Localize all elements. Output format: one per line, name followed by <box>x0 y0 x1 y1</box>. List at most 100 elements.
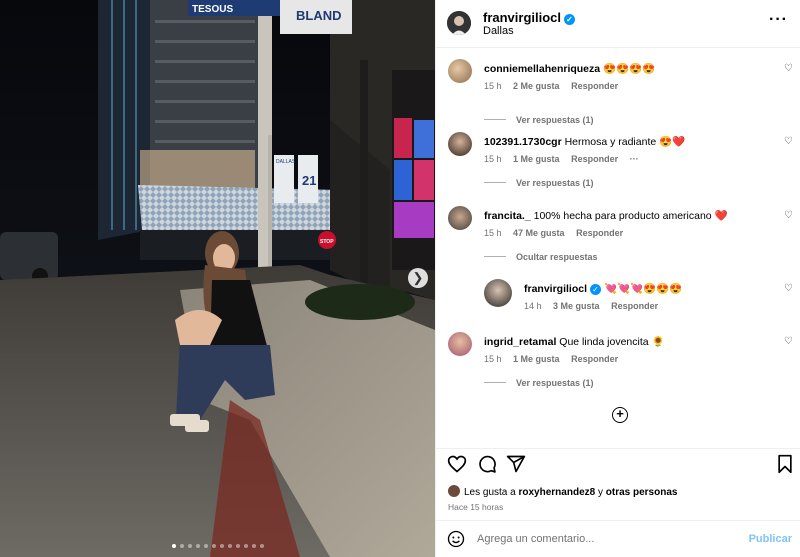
carousel-dot <box>211 544 216 548</box>
reply-author-avatar[interactable] <box>484 279 512 307</box>
reply-meta: 14 h 3 Me gusta Responder <box>524 301 667 311</box>
post-actions: Les gusta a roxyhernandez8 y otras perso… <box>436 448 800 520</box>
heart-icon[interactable] <box>447 454 467 474</box>
reply-body: franvirgiliocl ✓ 💘💘💘😍😍😍 <box>524 282 774 296</box>
liker-username[interactable]: roxyhernandez8 <box>519 487 596 498</box>
comment-composer: Publicar <box>436 520 800 557</box>
carousel-dot <box>195 544 200 548</box>
stop-sign-text: STOP <box>320 239 334 245</box>
street-sign-left-text: TESOUS <box>192 4 233 15</box>
likes-prefix: Les gusta a <box>464 487 516 498</box>
view-replies-label: Ver respuestas (1) <box>516 378 594 388</box>
replies-divider <box>484 119 506 120</box>
replies-divider <box>484 182 506 183</box>
comment-time[interactable]: 15 h <box>484 154 502 164</box>
banner-team-text: DALLAS <box>276 159 296 165</box>
author-username-row: franvirgiliocl ✓ <box>483 10 576 25</box>
bookmark-icon[interactable] <box>775 454 795 474</box>
comment-input[interactable] <box>477 530 727 548</box>
comment-heart-icon[interactable]: ♡ <box>784 210 793 221</box>
carousel-dot <box>251 544 256 548</box>
comment-meta: 15 h 2 Me gusta Responder <box>484 81 627 91</box>
view-replies-button[interactable]: Ver respuestas (1) <box>484 115 594 125</box>
commenter-avatar[interactable] <box>448 59 472 83</box>
verified-icon: ✓ <box>564 14 576 25</box>
comment-more-icon[interactable]: ··· <box>630 154 639 164</box>
post-location[interactable]: Dallas <box>483 25 514 37</box>
next-slide-button[interactable]: ❯ <box>408 268 428 288</box>
share-icon[interactable] <box>506 454 526 474</box>
chevron-right-icon: ❯ <box>412 270 424 285</box>
comment-meta: 15 h 47 Me gusta Responder <box>484 228 632 238</box>
comment-likes[interactable]: 2 Me gusta <box>513 81 560 91</box>
reply-heart-icon[interactable]: ♡ <box>784 283 793 294</box>
comment-meta: 15 h 1 Me gusta Responder <box>484 354 627 364</box>
author-username[interactable]: franvirgiliocl <box>483 10 561 25</box>
post-side-panel: franvirgiliocl ✓ Dallas ··· conniemellahe… <box>435 0 800 557</box>
carousel-dot <box>235 544 240 548</box>
comment-heart-icon[interactable]: ♡ <box>784 63 793 74</box>
street-sign-right-text: BLAND <box>296 8 342 23</box>
reply-button[interactable]: Responder <box>571 354 618 364</box>
load-more-comments-icon[interactable]: + <box>612 407 628 423</box>
likes-summary: Les gusta a roxyhernandez8 y otras perso… <box>448 485 677 498</box>
carousel-dot <box>227 544 232 548</box>
reply-likes[interactable]: 3 Me gusta <box>553 301 600 311</box>
reply-time[interactable]: 14 h <box>524 301 542 311</box>
author-avatar[interactable] <box>447 11 471 35</box>
reply-button[interactable]: Responder <box>611 301 658 311</box>
reply-button[interactable]: Responder <box>571 81 618 91</box>
carousel-dot <box>203 544 208 548</box>
carousel-dots <box>0 544 435 548</box>
reply-username[interactable]: franvirgiliocl <box>524 283 587 295</box>
carousel-dot <box>171 544 176 548</box>
comment-time[interactable]: 15 h <box>484 228 502 238</box>
comment-likes[interactable]: 1 Me gusta <box>513 154 560 164</box>
carousel-dot <box>179 544 184 548</box>
commenter-avatar[interactable] <box>448 332 472 356</box>
comment-text: Hermosa y radiante 😍❤️ <box>564 136 686 148</box>
publish-button[interactable]: Publicar <box>749 533 792 545</box>
comment-username[interactable]: ingrid_retamal <box>484 336 556 348</box>
comment-heart-icon[interactable]: ♡ <box>784 336 793 347</box>
comment-time[interactable]: 15 h <box>484 354 502 364</box>
comment-time[interactable]: 15 h <box>484 81 502 91</box>
comment-username[interactable]: francita._ <box>484 210 531 222</box>
more-icon[interactable]: ··· <box>769 11 788 29</box>
hide-replies-button[interactable]: Ocultar respuestas <box>484 252 598 262</box>
reply-button[interactable]: Responder <box>576 228 623 238</box>
carousel-dot <box>243 544 248 548</box>
replies-divider <box>484 382 506 383</box>
post-timestamp[interactable]: Hace 15 horas <box>448 502 503 512</box>
replies-divider <box>484 256 506 257</box>
verified-icon: ✓ <box>590 284 602 295</box>
carousel-dot <box>187 544 192 548</box>
comment-likes[interactable]: 47 Me gusta <box>513 228 565 238</box>
liker-avatar[interactable] <box>448 485 460 497</box>
comment-body: 102391.1730cgr Hermosa y radiante 😍❤️ <box>484 135 774 149</box>
likes-middle: y <box>597 487 603 498</box>
carousel-dot <box>219 544 224 548</box>
commenter-avatar[interactable] <box>448 206 472 230</box>
post-header: franvirgiliocl ✓ Dallas ··· <box>436 0 800 48</box>
commenter-avatar[interactable] <box>448 132 472 156</box>
comment-icon[interactable] <box>477 454 497 474</box>
hide-replies-label: Ocultar respuestas <box>516 252 598 262</box>
reply-text: 💘💘💘😍😍😍 <box>603 283 683 295</box>
comment-heart-icon[interactable]: ♡ <box>784 136 793 147</box>
comment-likes[interactable]: 1 Me gusta <box>513 354 560 364</box>
comment-username[interactable]: 102391.1730cgr <box>484 136 562 148</box>
emoji-icon[interactable] <box>447 530 465 548</box>
comment-text: 😍😍😍😍 <box>603 63 656 75</box>
view-replies-button[interactable]: Ver respuestas (1) <box>484 178 594 188</box>
banner-number-text: 21 <box>302 173 316 188</box>
view-replies-label: Ver respuestas (1) <box>516 178 594 188</box>
comment-body: francita._ 100% hecha para producto amer… <box>484 209 774 223</box>
carousel-dot <box>259 544 264 548</box>
comment-meta: 15 h 1 Me gusta Responder ··· <box>484 154 648 164</box>
comment-username[interactable]: conniemellahenriqueza <box>484 63 600 75</box>
reply-button[interactable]: Responder <box>571 154 618 164</box>
view-replies-button[interactable]: Ver respuestas (1) <box>484 378 594 388</box>
other-likers-link[interactable]: otras personas <box>606 487 678 498</box>
post-photo: TESOUS BLAND DALLAS 21 STOP ❯ <box>0 0 435 557</box>
